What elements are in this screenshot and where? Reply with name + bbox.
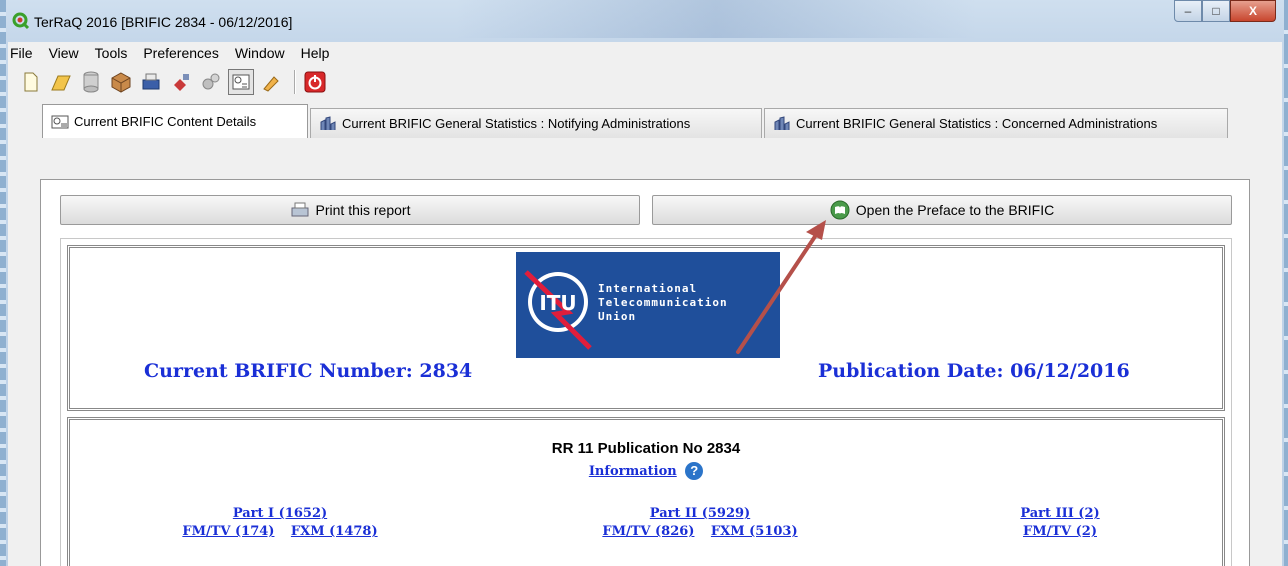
gears-icon — [202, 73, 220, 90]
part-i-fxm-link[interactable]: FXM (1478) — [291, 524, 378, 539]
menu-tools[interactable]: Tools — [87, 45, 136, 61]
itu-logo: ITU International Telecommunication Unio… — [516, 252, 780, 358]
logo-line-1: International — [598, 282, 698, 295]
minimize-button[interactable]: ‒ — [1174, 0, 1202, 22]
toolbar — [8, 66, 1282, 98]
close-button[interactable]: X — [1230, 0, 1276, 22]
statistics-icon — [774, 115, 790, 130]
action-button-row: Print this report Open the Preface to th… — [60, 195, 1232, 225]
publication-box: RR 11 Publication No 2834 Information ? … — [67, 417, 1225, 566]
terraq-app-icon — [12, 12, 30, 30]
part-iii-link[interactable]: Part III (2) — [990, 506, 1130, 522]
new-file-button[interactable] — [18, 69, 44, 95]
tab-label: Current BRIFIC General Statistics : Conc… — [796, 116, 1158, 131]
printer-icon — [142, 73, 160, 90]
package-icon — [111, 72, 131, 93]
part-ii-fmtv-link[interactable]: FM/TV (826) — [602, 524, 694, 539]
database-button[interactable] — [78, 69, 104, 95]
satellite-icon — [174, 74, 189, 91]
part-ii-sublinks: FM/TV (826) FXM (5103) — [590, 522, 810, 540]
information-row: Information ? — [70, 462, 1222, 480]
menu-bar: File View Tools Preferences Window Help — [8, 42, 1282, 64]
app-window: TerRaQ 2016 [BRIFIC 2834 - 06/12/2016] ‒… — [0, 0, 1288, 566]
background-strip-right — [1284, 0, 1288, 566]
open-preface-button[interactable]: Open the Preface to the BRIFIC — [652, 195, 1232, 225]
itu-mark: ITU — [539, 291, 576, 315]
title-bar-shade — [456, 0, 976, 38]
gears-button[interactable] — [198, 69, 224, 95]
brific-header-box: ITU International Telecommunication Unio… — [67, 245, 1225, 411]
part-ii-link[interactable]: Part II (5929) — [590, 506, 810, 522]
book-icon — [830, 200, 850, 220]
brific-icon — [232, 74, 250, 90]
part-i-sublinks: FM/TV (174) FXM (1478) — [170, 522, 390, 540]
menu-window[interactable]: Window — [227, 45, 293, 61]
print-report-label: Print this report — [315, 202, 411, 218]
printer-button[interactable] — [138, 69, 164, 95]
itu-emblem: ITU — [524, 270, 592, 350]
publication-title: RR 11 Publication No 2834 — [551, 440, 741, 457]
part-iii-sublinks: FM/TV (2) — [990, 522, 1130, 540]
toolbar-separator — [294, 70, 296, 94]
brific-number: Current BRIFIC Number: 2834 — [144, 360, 473, 382]
power-icon — [304, 71, 326, 93]
tab-notifying-administrations[interactable]: Current BRIFIC General Statistics : Noti… — [310, 108, 762, 138]
open-preface-label: Open the Preface to the BRIFIC — [855, 202, 1055, 218]
logo-line-2: Telecommunication — [598, 296, 728, 309]
database-icon — [83, 71, 99, 93]
package-button[interactable] — [108, 69, 134, 95]
part-ii: Part II (5929) FM/TV (826) FXM (5103) — [590, 506, 810, 540]
part-i-link[interactable]: Part I (1652) — [170, 506, 390, 522]
window-title: TerRaQ 2016 [BRIFIC 2834 - 06/12/2016] — [34, 14, 293, 30]
print-report-button[interactable]: Print this report — [60, 195, 640, 225]
open-folder-button[interactable] — [48, 69, 74, 95]
part-i: Part I (1652) FM/TV (174) FXM (1478) — [170, 506, 390, 540]
window-controls: ‒ □ X — [1174, 0, 1276, 22]
tab-label: Current BRIFIC General Statistics : Noti… — [342, 116, 691, 131]
brific-view-button[interactable] — [228, 69, 254, 95]
power-button[interactable] — [302, 69, 328, 95]
menu-preferences[interactable]: Preferences — [135, 45, 226, 61]
report-view: ITU International Telecommunication Unio… — [60, 238, 1232, 566]
background-strip-left — [0, 0, 6, 566]
brific-tab-icon — [51, 115, 69, 128]
logo-line-3: Union — [598, 310, 637, 323]
part-i-fmtv-link[interactable]: FM/TV (174) — [182, 524, 274, 539]
part-iii-fmtv-link[interactable]: FM/TV (2) — [1023, 524, 1097, 539]
menu-help[interactable]: Help — [293, 45, 338, 61]
new-file-icon — [24, 72, 38, 92]
edit-icon — [263, 76, 279, 92]
information-link[interactable]: Information — [589, 464, 677, 479]
maximize-button[interactable]: □ — [1202, 0, 1230, 22]
menu-file[interactable]: File — [8, 45, 41, 61]
satellite-button[interactable] — [168, 69, 194, 95]
tab-label: Current BRIFIC Content Details — [74, 114, 257, 129]
statistics-icon — [320, 115, 336, 130]
open-folder-icon — [51, 75, 71, 91]
menu-view[interactable]: View — [41, 45, 87, 61]
publication-date: Publication Date: 06/12/2016 — [818, 360, 1130, 382]
part-ii-fxm-link[interactable]: FXM (5103) — [711, 524, 798, 539]
tab-concerned-administrations[interactable]: Current BRIFIC General Statistics : Conc… — [764, 108, 1228, 138]
tab-strip: Current BRIFIC Content Details Current B… — [42, 104, 1230, 138]
tab-content-details[interactable]: Current BRIFIC Content Details — [42, 104, 308, 138]
printer-icon — [291, 202, 309, 217]
part-iii: Part III (2) FM/TV (2) — [990, 506, 1130, 540]
edit-button[interactable] — [258, 69, 284, 95]
help-icon[interactable]: ? — [685, 462, 704, 480]
title-bar[interactable]: TerRaQ 2016 [BRIFIC 2834 - 06/12/2016] ‒… — [6, 0, 1284, 42]
